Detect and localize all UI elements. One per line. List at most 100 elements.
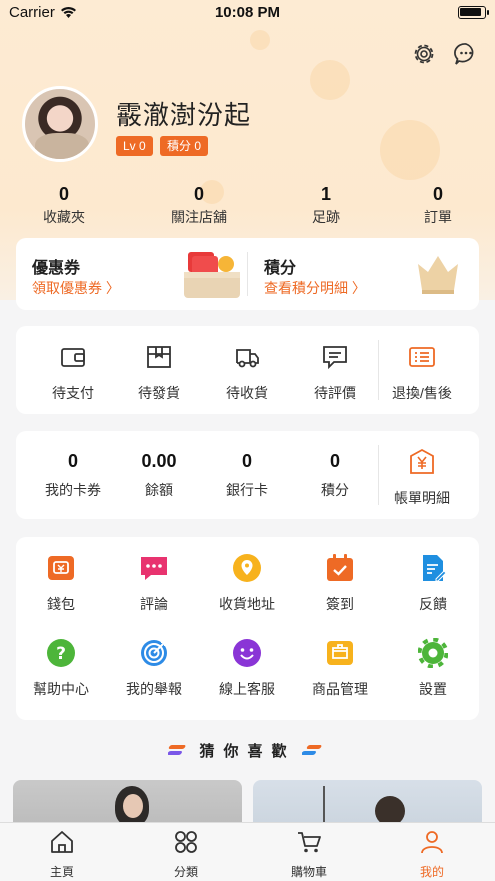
- asset-bank-cards[interactable]: 0 銀行卡: [202, 451, 292, 500]
- feedback-icon: [423, 555, 447, 582]
- coupon-entry[interactable]: 優惠券 領取優惠券 〉: [16, 238, 246, 310]
- stat-label: 足跡: [312, 209, 340, 225]
- avatar[interactable]: [22, 86, 98, 162]
- service-label: 評論: [140, 596, 168, 612]
- help-icon: ?: [47, 639, 75, 667]
- service-label: 我的舉報: [126, 681, 182, 697]
- stat-followed-shops[interactable]: 0 關注店舖: [149, 184, 249, 227]
- assets-card: 0 我的卡券 0.00 餘額 0 銀行卡 0 積分 帳單明細: [16, 431, 479, 519]
- status-bar: Carrier 10:08 PM: [0, 0, 495, 26]
- settings-gear-icon[interactable]: [411, 41, 437, 67]
- smile-icon: [233, 639, 261, 667]
- bottom-tab-bar: 主頁 分類 購物車 我的: [0, 822, 495, 881]
- gear-icon: [417, 637, 449, 669]
- truck-icon: [236, 349, 259, 368]
- service-goods-management[interactable]: 商品管理: [295, 638, 385, 699]
- location-icon: [233, 554, 261, 582]
- service-label: 簽到: [326, 596, 354, 612]
- tab-label: 我的: [419, 865, 444, 879]
- bill-icon: [410, 448, 434, 474]
- stat-orders[interactable]: 0 訂單: [388, 184, 488, 227]
- service-label: 收貨地址: [219, 596, 275, 612]
- points-link[interactable]: 查看積分明細 〉: [264, 278, 366, 298]
- category-icon: [175, 831, 197, 853]
- service-online-support[interactable]: 線上客服: [202, 638, 292, 699]
- stat-value: 0: [193, 184, 204, 204]
- cart-icon: [298, 832, 321, 853]
- asset-label: 積分: [321, 482, 349, 498]
- stat-value: 1: [320, 184, 331, 204]
- stat-value: 0: [432, 184, 443, 204]
- title-decoration-right-icon: [302, 745, 322, 755]
- orders-card: 待支付 待發貨 待收貨 待評價 退換/售後: [16, 326, 479, 414]
- box-icon: [147, 346, 171, 368]
- service-feedback[interactable]: 反饋: [388, 553, 478, 614]
- tab-cart[interactable]: 購物車: [269, 829, 349, 880]
- asset-value: 0.00: [141, 451, 177, 471]
- coupon-illustration-icon: [184, 252, 240, 298]
- service-label: 幫助中心: [33, 681, 89, 697]
- tab-category[interactable]: 分類: [146, 829, 226, 880]
- points-entry[interactable]: 積分 查看積分明細 〉: [248, 238, 479, 310]
- comment-icon: [323, 346, 347, 370]
- order-pending-shipment[interactable]: 待發貨: [114, 342, 204, 403]
- service-label: 商品管理: [312, 681, 368, 697]
- asset-balance[interactable]: 0.00 餘額: [114, 451, 204, 500]
- services-card: 錢包 評論 收貨地址 簽到 反饋 ? 幫助中心 我的舉報 線上客服 商品管理 設…: [16, 537, 479, 720]
- order-label: 待發貨: [138, 385, 180, 401]
- stat-label: 訂單: [424, 209, 452, 225]
- asset-value: 0: [241, 451, 252, 471]
- user-icon: [421, 831, 443, 854]
- order-label: 待收貨: [226, 385, 268, 401]
- service-label: 錢包: [47, 596, 75, 612]
- asset-label: 餘額: [145, 482, 173, 498]
- asset-label: 銀行卡: [226, 482, 268, 498]
- stat-label: 關注店舖: [171, 209, 227, 225]
- coupon-title: 優惠券: [32, 260, 81, 277]
- review-icon: [141, 557, 167, 580]
- service-wallet[interactable]: 錢包: [16, 553, 106, 614]
- service-label: 反饋: [419, 596, 447, 612]
- tab-label: 分類: [173, 865, 198, 879]
- coupon-link[interactable]: 領取優惠券 〉: [32, 278, 120, 298]
- order-label: 待評價: [314, 385, 356, 401]
- order-pending-review[interactable]: 待評價: [290, 342, 380, 403]
- refund-list-icon: [409, 347, 435, 367]
- asset-label: 我的卡券: [45, 482, 101, 498]
- order-label: 待支付: [52, 385, 94, 401]
- service-checkin[interactable]: 簽到: [295, 553, 385, 614]
- wallet-icon: [61, 348, 85, 367]
- asset-value: 0: [67, 451, 78, 471]
- username: 霰澈澍汾起: [116, 100, 252, 130]
- asset-label: 帳單明細: [394, 490, 450, 506]
- stat-favorites[interactable]: 0 收藏夾: [14, 184, 114, 227]
- asset-bill-detail[interactable]: 帳單明細: [377, 447, 467, 508]
- service-settings[interactable]: 設置: [388, 637, 478, 699]
- stat-footprints[interactable]: 1 足跡: [276, 184, 376, 227]
- service-my-reports[interactable]: 我的舉報: [109, 638, 199, 699]
- target-icon: [141, 640, 167, 666]
- order-label: 退換/售後: [392, 385, 452, 401]
- svg-text:?: ?: [56, 644, 66, 664]
- service-review[interactable]: 評論: [109, 553, 199, 614]
- order-pending-receipt[interactable]: 待收貨: [202, 342, 292, 403]
- goods-icon: [327, 641, 353, 665]
- promo-card: 優惠券 領取優惠券 〉 積分 查看積分明細 〉: [16, 238, 479, 310]
- wallet-icon: [48, 556, 74, 580]
- product-image-face: [123, 794, 143, 818]
- stat-value: 0: [58, 184, 69, 204]
- tab-label: 主頁: [49, 865, 74, 879]
- order-pending-payment[interactable]: 待支付: [28, 342, 118, 403]
- home-icon: [51, 831, 73, 853]
- service-help-center[interactable]: ? 幫助中心: [16, 638, 106, 699]
- asset-points[interactable]: 0 積分: [290, 451, 380, 500]
- service-address[interactable]: 收貨地址: [202, 553, 292, 614]
- recommend-title: 猜你喜歡: [199, 743, 296, 760]
- level-badge: Lv 0: [116, 136, 153, 156]
- tab-home[interactable]: 主頁: [22, 829, 102, 880]
- asset-cards[interactable]: 0 我的卡券: [28, 451, 118, 500]
- order-refund-aftersales[interactable]: 退換/售後: [377, 342, 467, 403]
- tab-me[interactable]: 我的: [392, 829, 472, 880]
- service-label: 線上客服: [219, 681, 275, 697]
- message-icon[interactable]: [453, 41, 479, 67]
